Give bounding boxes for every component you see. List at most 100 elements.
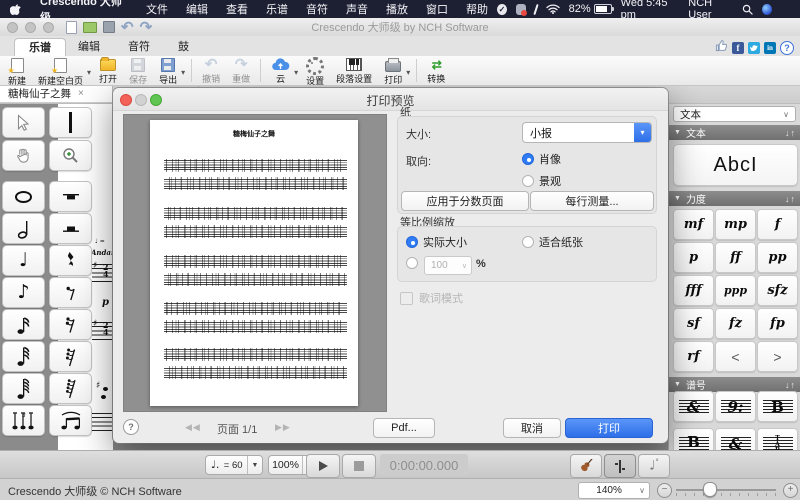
hand-tool-button[interactable] [2,140,45,171]
beam-slur-tool-button[interactable] [49,405,92,436]
tab-drums[interactable]: 鼓 [164,38,203,56]
tempo-dropdown-icon[interactable]: ▼ [247,456,262,474]
portrait-radio[interactable]: 肖像 [522,151,561,167]
triplet-tool-button[interactable]: 3 [2,405,45,436]
stave-settings-button[interactable]: 段落设置 [330,56,378,85]
tab-edit[interactable]: 编辑 [64,38,114,56]
help-icon[interactable]: ? [780,41,794,55]
dynamic-sfz-button[interactable]: sfz [757,275,798,306]
symbol-category-select[interactable]: 文本 ∨ [673,106,796,122]
reorder-icons[interactable]: ↓↑ [785,194,796,204]
fit-to-paper-radio[interactable]: 适合纸张 [522,234,583,250]
crescendo-hairpin-button[interactable]: < [715,341,756,372]
treble-clef-button[interactable]: & [673,391,714,422]
screen-share-icon[interactable] [516,4,526,15]
zoom-slider-thumb[interactable] [703,482,717,497]
facebook-icon[interactable]: f [732,42,744,54]
control-center-icon[interactable] [781,3,792,15]
doc-tab-sugar-plum[interactable]: 糖梅仙子之舞 × [0,85,113,102]
lyrics-mode-checkbox[interactable]: 歌词模式 [400,290,463,306]
print-confirm-button[interactable]: 打印 [565,418,653,438]
half-note-button[interactable] [2,213,45,244]
landscape-radio[interactable]: 景观 [522,173,561,189]
collapse-icon[interactable]: ▼ [674,129,681,136]
sixteenth-rest-button[interactable] [49,309,92,340]
save-button[interactable]: 保存 [123,56,153,85]
export-button[interactable]: 导出 [153,56,183,85]
print-button[interactable]: 打印 [378,56,408,85]
battery-indicator[interactable]: 82% [569,3,612,15]
next-page-button[interactable]: ▶▶ [275,422,291,433]
titlebar-redo-icon[interactable]: ↷ [140,21,153,34]
menu-item-sound[interactable]: 声音 [337,1,377,17]
window-close-button[interactable] [7,22,18,33]
instrument-button[interactable] [570,454,602,478]
mixer-button[interactable] [604,454,636,478]
open-button[interactable]: 打开 [93,56,123,85]
menu-item-score[interactable]: 乐谱 [257,1,297,17]
dialog-help-button[interactable]: ? [123,419,139,435]
new-button[interactable]: ★ 新建 [2,56,32,85]
menu-item-edit[interactable]: 编辑 [177,1,217,17]
dynamic-p-button[interactable]: p [673,242,714,273]
zoom-out-button[interactable]: − [657,483,672,498]
dynamic-rf-button[interactable]: rf [673,341,714,372]
tempo-widget[interactable]: ♩. = 60 ▼ [205,455,263,475]
close-tab-icon[interactable]: × [78,88,84,99]
undo-button[interactable]: ↶ 撤销 [196,56,226,85]
sixteenth-note-button[interactable] [2,309,45,340]
dynamic-mf-button[interactable]: mf [673,209,714,240]
zoom-tool-button[interactable] [49,140,92,171]
eighth-rest-button[interactable] [49,277,92,308]
sixty-fourth-rest-button[interactable] [49,373,92,404]
actual-size-radio[interactable]: 实际大小 [406,234,467,250]
dynamic-mp-button[interactable]: mp [715,209,756,240]
menu-item-file[interactable]: 文件 [137,1,177,17]
pen-icon[interactable] [533,3,538,14]
menu-item-play[interactable]: 播放 [377,1,417,17]
barline-tool-button[interactable] [49,107,92,138]
prev-page-button[interactable]: ◀◀ [185,422,201,433]
dynamic-sf-button[interactable]: sf [673,308,714,339]
search-icon[interactable] [742,4,753,15]
zoom-slider-track[interactable] [676,489,776,491]
dynamic-ppp-button[interactable]: ppp [715,275,756,306]
settings-button[interactable]: 设置 [300,56,330,85]
menu-item-help[interactable]: 帮助 [457,1,497,17]
thumbs-up-icon[interactable] [715,39,728,57]
text-tool-button[interactable]: AbcI [673,144,798,186]
quarter-rest-button[interactable] [49,245,92,276]
percent-combo[interactable]: 100 ∨ [424,256,472,275]
dynamic-pp-button[interactable]: pp [757,242,798,273]
measures-per-line-button[interactable]: 每行测量... [530,191,654,211]
section-header-clefs[interactable]: ▼ 谱号 ↓↑ [669,377,800,392]
apply-to-score-pages-button[interactable]: 应用于分数页面 [401,191,529,211]
linkedin-icon[interactable]: in [764,42,776,54]
quarter-note-button[interactable]: ♩ [2,245,45,276]
reorder-icons[interactable]: ↓↑ [785,128,796,138]
status-check-icon[interactable]: ✓ [497,4,507,15]
dynamic-fp-button[interactable]: fp [757,308,798,339]
collapse-icon[interactable]: ▼ [674,195,681,202]
dynamic-fz-button[interactable]: fz [715,308,756,339]
redo-button[interactable]: ↷ 重做 [226,56,256,85]
thirty-second-note-button[interactable] [2,341,45,372]
stop-button[interactable] [342,454,376,478]
collapse-icon[interactable]: ▼ [674,381,681,388]
zoom-level-combo[interactable]: 140% ∨ [578,482,650,499]
twitter-icon[interactable] [748,42,760,54]
tab-notes[interactable]: 音符 [114,38,164,56]
selection-tool-button[interactable] [2,107,45,138]
metronome-button[interactable]: ♩° [638,454,670,478]
pdf-button[interactable]: Pdf... [373,418,435,438]
reorder-icons[interactable]: ↓↑ [785,380,796,390]
new-blank-page-button[interactable]: ★ 新建空白页 [32,56,89,85]
section-header-dynamics[interactable]: ▼ 力度 ↓↑ [669,191,800,206]
paper-size-dropdown[interactable]: 小报 ▾ [522,122,652,143]
alto-clef-button[interactable]: B [757,391,798,422]
menu-item-window[interactable]: 窗口 [417,1,457,17]
whole-note-button[interactable] [2,181,45,212]
eighth-note-button[interactable]: ♪ [2,277,45,308]
cancel-button[interactable]: 取消 [503,418,561,438]
zoom-in-button[interactable]: + [783,483,798,498]
